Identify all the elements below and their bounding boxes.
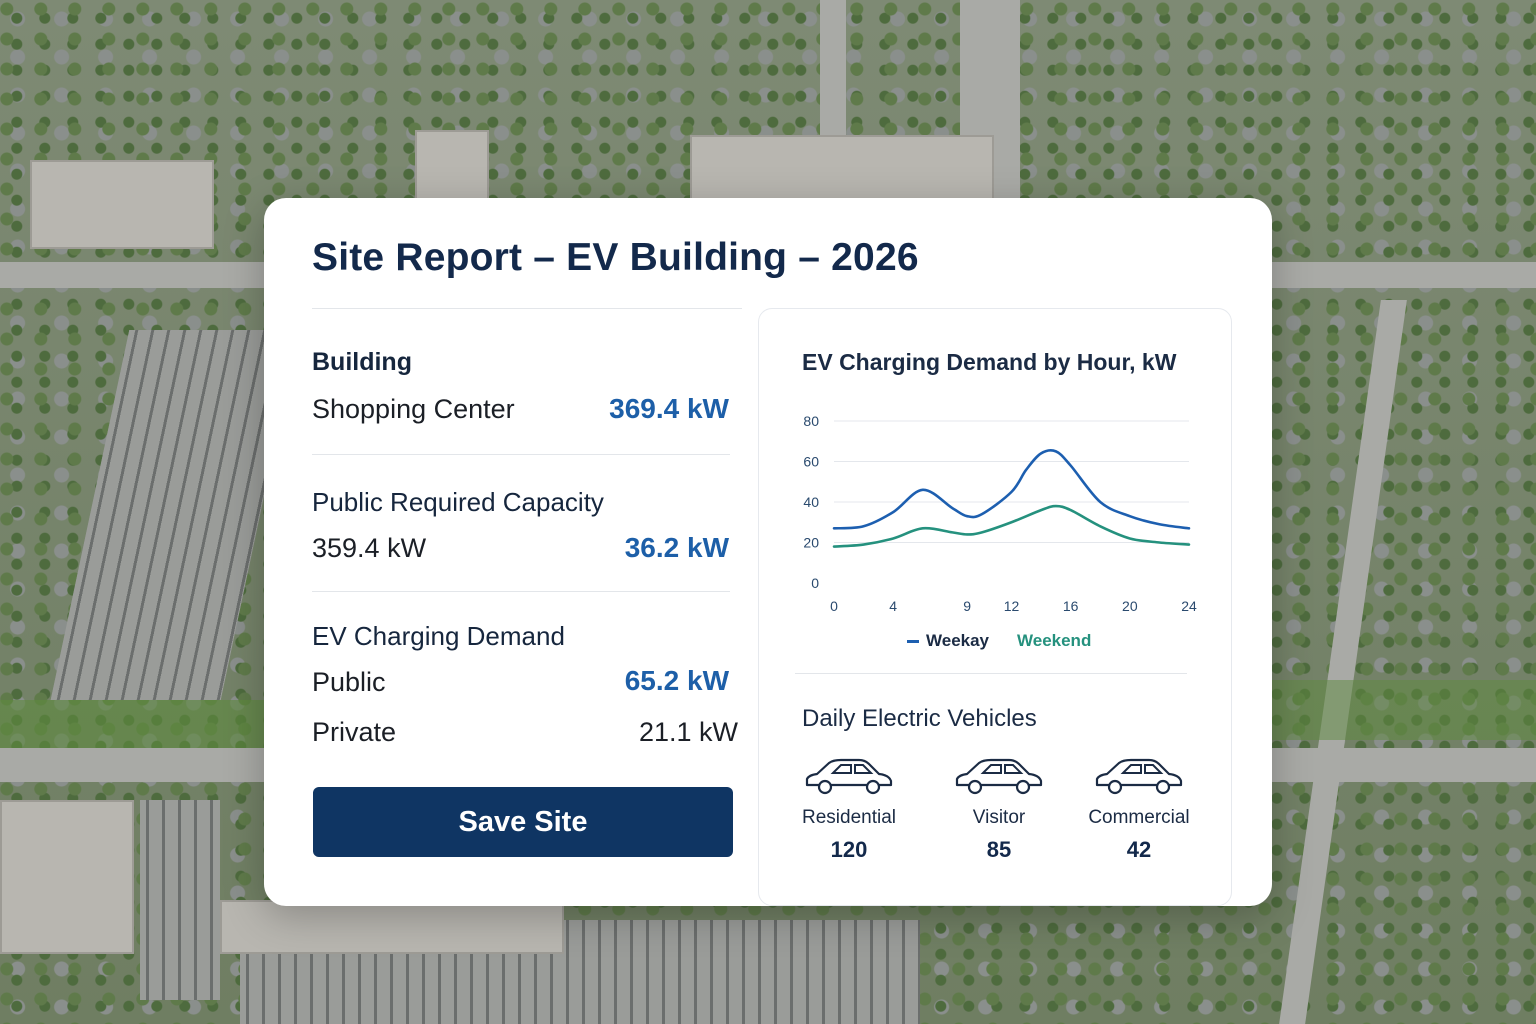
legend-weekday-swatch <box>907 640 919 644</box>
divider <box>312 454 730 455</box>
ev-visitor-label: Visitor <box>972 807 1026 828</box>
demand-section-label: EV Charging Demand <box>312 621 565 651</box>
ev-commercial-label: Commercial <box>1088 807 1190 828</box>
legend-weekday: Weekay <box>907 631 989 651</box>
ev-commercial: Commercial 42 <box>1069 755 1209 863</box>
legend-weekday-label: Weekay <box>926 631 990 650</box>
divider <box>795 673 1187 674</box>
car-icon <box>1095 758 1183 795</box>
daily-ev-title: Daily Electric Vehicles <box>802 705 1037 732</box>
divider <box>312 308 742 309</box>
x-tick-label: 20 <box>1122 598 1138 614</box>
building-roof <box>415 130 489 202</box>
road <box>820 0 846 150</box>
x-tick-label: 16 <box>1063 598 1079 614</box>
page-title: Site Report – EV Building – 2026 <box>312 236 919 279</box>
building-roof <box>0 800 134 954</box>
ev-visitor-count: 85 <box>986 837 1012 862</box>
demand-public-value: 65.2 kW <box>624 665 729 696</box>
grass <box>1272 680 1536 740</box>
demand-line-chart: 0 20 40 60 80 0 4 9 12 16 20 24 <box>803 413 1197 614</box>
y-tick-label: 0 <box>811 575 819 591</box>
ev-residential-count: 120 <box>830 837 868 862</box>
divider <box>312 591 730 592</box>
x-tick-label: 24 <box>1181 598 1197 614</box>
building-roof <box>690 135 994 201</box>
building-value: 369.4 kW <box>609 393 729 424</box>
chart-title: EV Charging Demand by Hour, kW <box>802 349 1177 375</box>
capacity-public-value: 36.2 kW <box>624 532 729 563</box>
y-tick-label: 40 <box>803 494 819 510</box>
x-tick-label: 0 <box>830 598 838 614</box>
demand-public-label: Public <box>312 667 386 697</box>
demand-private-label: Private <box>312 717 397 747</box>
parking-lot <box>50 330 300 700</box>
grass <box>0 700 264 748</box>
ev-residential: Residential 120 <box>779 755 919 863</box>
save-site-button[interactable]: Save Site <box>313 787 733 857</box>
parking-lot <box>140 800 220 1000</box>
building-section-label: Building <box>312 348 412 376</box>
building-type: Shopping Center <box>312 394 515 424</box>
y-tick-label: 80 <box>803 413 819 429</box>
series-line-weekday <box>832 449 1191 530</box>
y-tick-label: 60 <box>803 454 819 470</box>
car-icon <box>805 758 893 795</box>
chart-panel: EV Charging Demand by Hour, kW 0 20 40 60 80… <box>758 308 1232 906</box>
ev-residential-label: Residential <box>802 807 896 828</box>
y-tick-label: 20 <box>803 535 819 551</box>
ev-visitor: Visitor 85 <box>929 755 1069 863</box>
capacity-section-label: Public Required Capacity <box>312 487 604 517</box>
site-report-card: Site Report – EV Building – 2026 Buildin… <box>264 198 1272 906</box>
series-line-weekend <box>832 504 1191 548</box>
demand-private-value: 21.1 kW <box>638 717 738 747</box>
x-tick-label: 9 <box>963 598 971 614</box>
building-roof <box>30 160 214 249</box>
legend-weekend-label: Weekend <box>1017 631 1092 650</box>
ev-commercial-count: 42 <box>1126 837 1152 862</box>
x-tick-label: 4 <box>889 598 897 614</box>
x-tick-label: 12 <box>1004 598 1020 614</box>
building-roof <box>220 900 564 954</box>
car-icon <box>955 758 1043 795</box>
road <box>1279 300 1407 1024</box>
capacity-total-value: 359.4 kW <box>312 533 427 563</box>
